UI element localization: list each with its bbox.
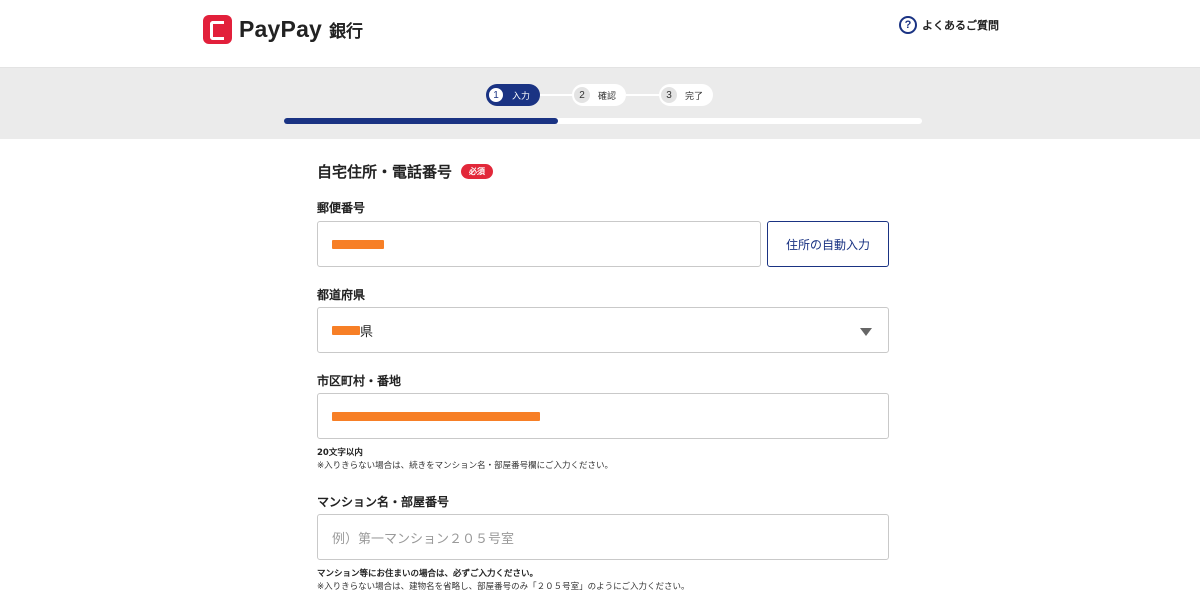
chevron-down-icon: [860, 328, 872, 336]
step-indicator: 1 入力 2 確認 3 完了: [486, 84, 726, 106]
building-note-bold: マンション等にお住まいの場合は、必ずご入力ください。: [317, 569, 539, 579]
redacted-value: [332, 325, 360, 335]
step-label: 完了: [685, 91, 704, 102]
section-title: 自宅住所・電話番号 必須: [317, 161, 494, 182]
redacted-value: [332, 411, 540, 421]
building-note-hint: ※入りきらない場合は、建物名を省略し、部屋番号のみ「２０５号室」のようにご入力く…: [317, 582, 690, 592]
prefecture-label: 都道府県: [317, 288, 366, 302]
brand-sub: 銀行: [329, 21, 364, 42]
brand-name: PayPay: [239, 15, 323, 42]
city-label: 市区町村・番地: [317, 374, 402, 388]
step-indicator-band: 1 入力 2 確認 3 完了: [0, 68, 1200, 139]
paypay-bank-logo[interactable]: PayPay 銀行: [203, 13, 363, 45]
section-title-text: 自宅住所・電話番号: [317, 163, 453, 181]
city-note-hint: ※入りきらない場合は、続きをマンション名・部屋番号欄にご入力ください。: [317, 461, 613, 471]
city-note-limit: 20文字以内: [317, 448, 363, 458]
faq-label: よくあるご質問: [922, 19, 999, 32]
step-number: 3: [661, 87, 677, 103]
postal-code-label: 郵便番号: [317, 201, 366, 215]
question-circle-icon: ?: [899, 16, 917, 34]
building-placeholder: 例）第一マンション２０５号室: [332, 531, 515, 547]
progress-fill: [284, 118, 559, 124]
step-label: 入力: [512, 91, 531, 102]
prefecture-suffix: 県: [360, 324, 374, 340]
building-label: マンション名・部屋番号: [317, 495, 450, 509]
progress-track: [284, 118, 922, 124]
step-label: 確認: [598, 91, 617, 102]
faq-link[interactable]: ? よくあるご質問: [899, 16, 999, 34]
postal-code-input[interactable]: [317, 221, 761, 267]
site-header: PayPay 銀行 ? よくあるご質問: [0, 0, 1200, 68]
prefecture-select[interactable]: 県: [317, 307, 889, 353]
building-note: マンション等にお住まいの場合は、必ずご入力ください。 ※入りきらない場合は、建物…: [317, 568, 689, 594]
step-input: 1 入力: [486, 84, 541, 106]
address-autofill-button[interactable]: 住所の自動入力: [767, 221, 889, 267]
redacted-value: [332, 239, 384, 249]
step-complete: 3 完了: [659, 84, 714, 106]
required-badge: 必須: [461, 164, 494, 179]
step-number: 1: [488, 87, 504, 103]
city-input[interactable]: [317, 393, 889, 439]
city-note: 20文字以内 ※入りきらない場合は、続きをマンション名・部屋番号欄にご入力くださ…: [317, 447, 613, 473]
step-confirm: 2 確認: [572, 84, 627, 106]
building-input[interactable]: 例）第一マンション２０５号室: [317, 514, 889, 560]
paypay-logo-icon: [203, 14, 232, 44]
step-number: 2: [574, 87, 590, 103]
